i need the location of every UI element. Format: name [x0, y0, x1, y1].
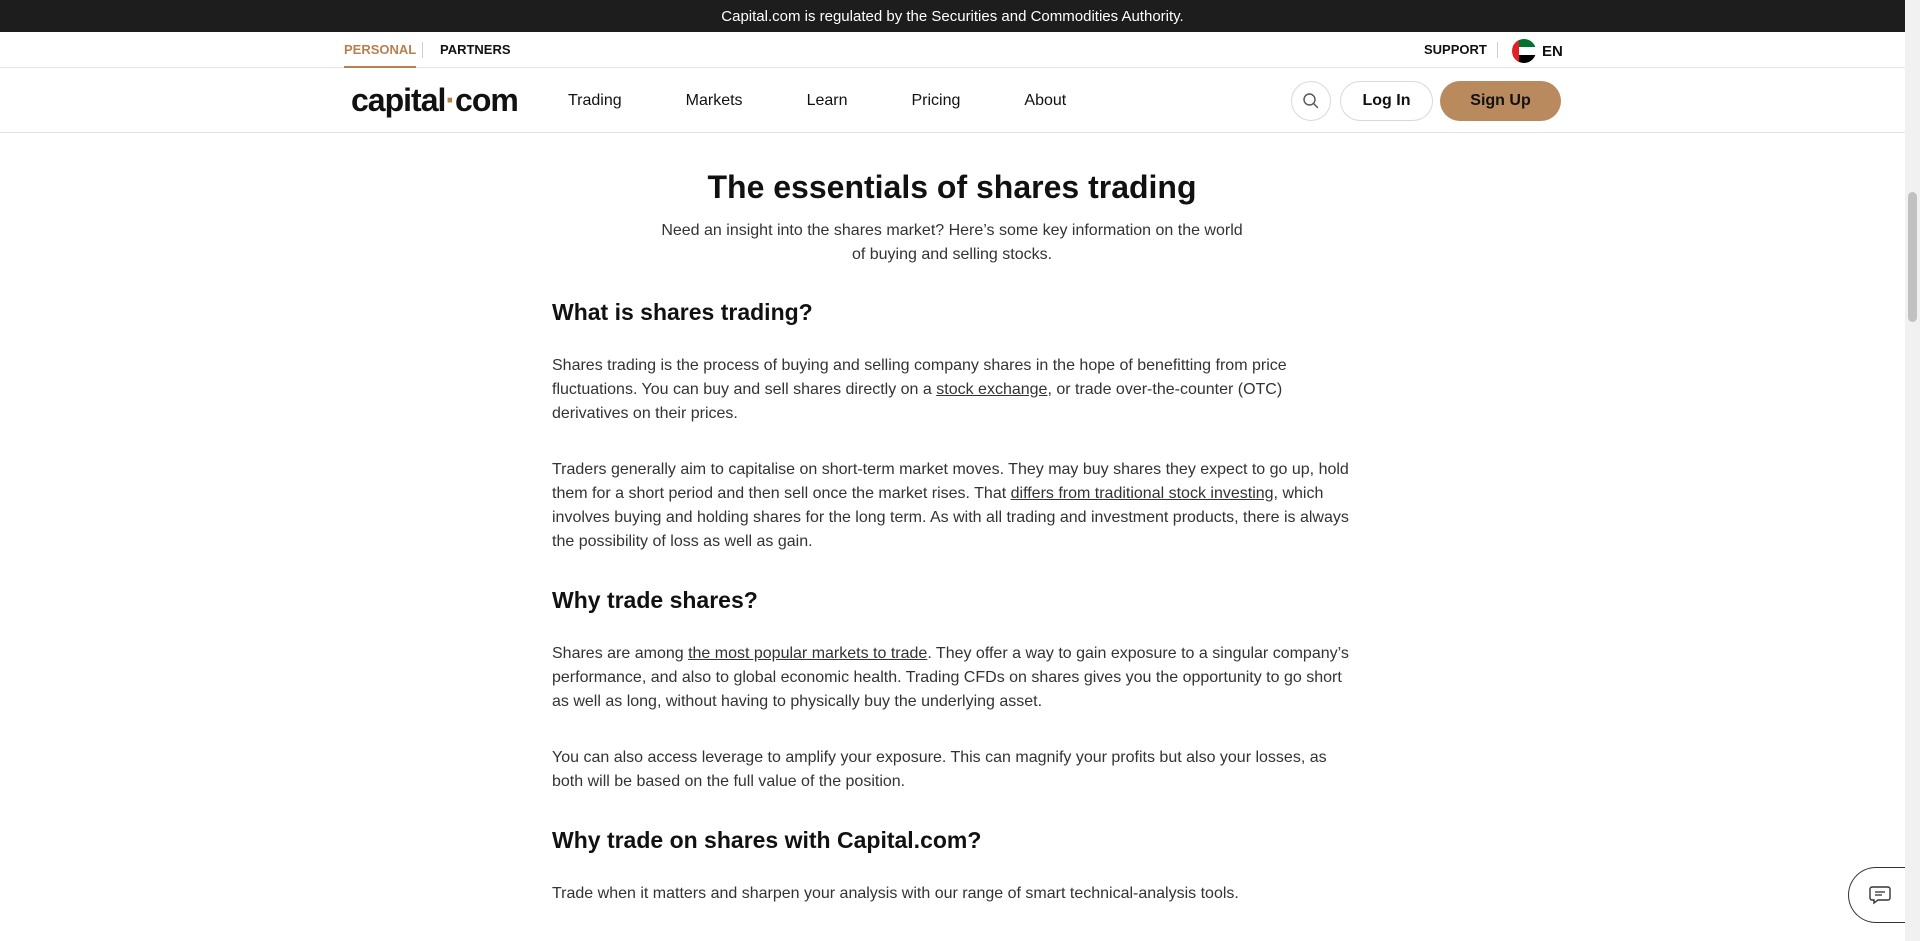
stock-investing-link[interactable]: differs from traditional stock investing — [1011, 485, 1274, 502]
paragraph: Shares trading is the process of buying … — [552, 354, 1352, 426]
page-scrollbar[interactable] — [1905, 0, 1920, 941]
menu-item-pricing[interactable]: Pricing — [911, 92, 960, 110]
chat-button[interactable] — [1848, 867, 1910, 923]
stock-exchange-link[interactable]: stock exchange — [936, 381, 1047, 398]
tab-personal[interactable]: PERSONAL — [344, 32, 417, 68]
logo-text-right: com — [455, 82, 519, 118]
search-button[interactable] — [1291, 81, 1331, 121]
page-subtitle: Need an insight into the shares market? … — [652, 219, 1252, 267]
regulation-banner: Capital.com is regulated by the Securiti… — [0, 0, 1905, 32]
subtitle-line-2: of buying and selling stocks. — [851, 246, 1053, 263]
menu-item-about[interactable]: About — [1024, 92, 1066, 110]
paragraph: Shares are among the most popular market… — [552, 642, 1352, 714]
language-label: EN — [1542, 42, 1563, 60]
top-navigation: PERSONAL PARTNERS SUPPORT EN — [0, 32, 1905, 68]
uae-flag-icon — [1512, 39, 1536, 63]
main-header: capital·com Trading Markets Learn Pricin… — [0, 68, 1905, 133]
menu-item-learn[interactable]: Learn — [807, 92, 848, 110]
regulation-text: Capital.com is regulated by the Securiti… — [721, 7, 1184, 25]
menu-item-markets[interactable]: Markets — [686, 92, 743, 110]
section-heading-why-trade: Why trade shares? — [552, 587, 758, 613]
section-heading-what-is: What is shares trading? — [552, 299, 813, 325]
divider — [422, 42, 423, 58]
logo-text-left: capital — [351, 82, 446, 118]
main-menu: Trading Markets Learn Pricing About — [568, 68, 1130, 133]
paragraph-text: Shares are among — [552, 645, 689, 662]
signup-button[interactable]: Sign Up — [1440, 81, 1561, 121]
section-heading-why-capital: Why trade on shares with Capital.com? — [552, 827, 982, 853]
paragraph: Traders generally aim to capitalise on s… — [552, 458, 1352, 554]
chat-icon — [1868, 886, 1891, 905]
language-selector[interactable]: EN — [1512, 38, 1563, 64]
divider — [1497, 42, 1498, 58]
tab-partners[interactable]: PARTNERS — [440, 32, 511, 68]
paragraph: You can also access leverage to amplify … — [552, 749, 1327, 790]
scrollbar-thumb[interactable] — [1908, 192, 1917, 322]
search-icon — [1303, 93, 1319, 109]
paragraph: Trade when it matters and sharpen your a… — [552, 885, 1239, 902]
page-title: The essentials of shares trading — [707, 169, 1197, 205]
login-button[interactable]: Log In — [1340, 81, 1433, 121]
logo-dot: · — [445, 82, 456, 118]
subtitle-line-1: Need an insight into the shares market? … — [661, 222, 1243, 239]
support-link[interactable]: SUPPORT — [1424, 32, 1487, 68]
menu-item-trading[interactable]: Trading — [568, 92, 622, 110]
popular-markets-link[interactable]: the most popular markets to trade — [688, 645, 927, 662]
capital-logo[interactable]: capital·com — [351, 82, 519, 119]
